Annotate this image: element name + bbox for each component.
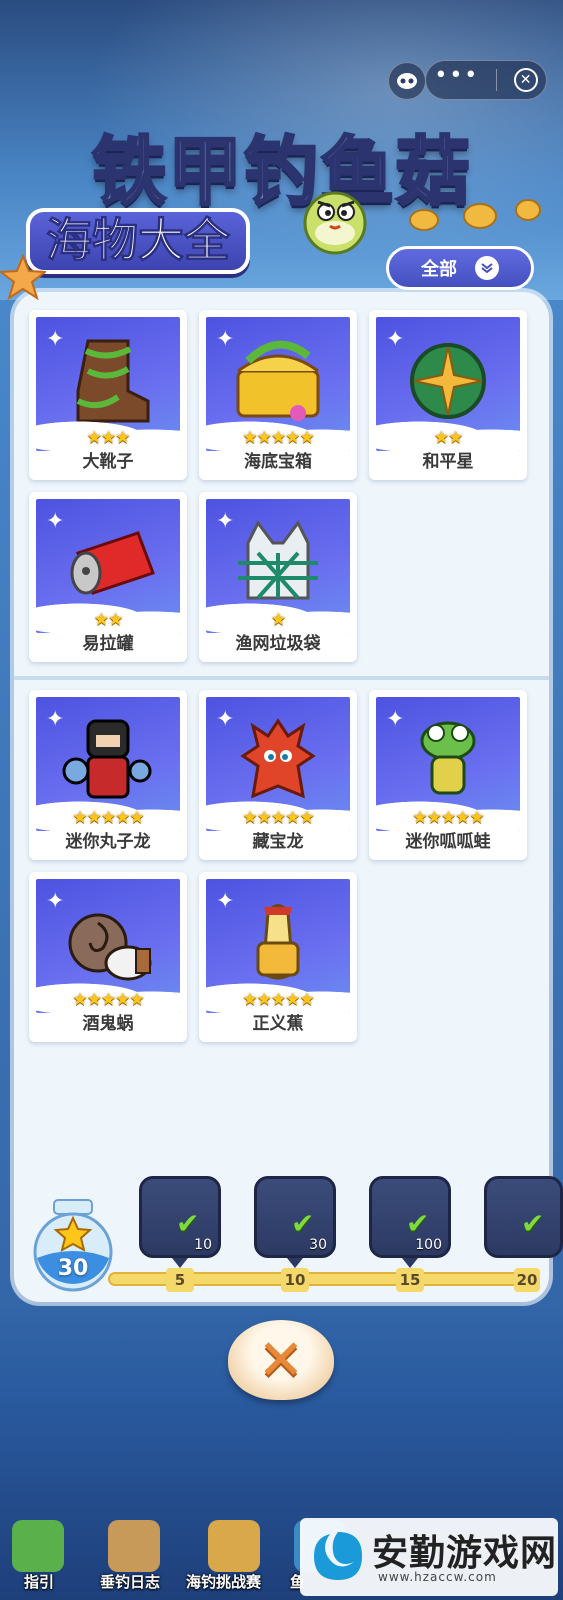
item-card[interactable]: ✦ ★★ 易拉罐 bbox=[29, 492, 187, 662]
close-button[interactable]: ✕ bbox=[228, 1320, 334, 1400]
reward-amount: 10 bbox=[194, 1237, 212, 1253]
frog-guide-icon[interactable] bbox=[12, 1520, 64, 1572]
item-card[interactable]: ✦ ★★★★★ 迷你呱呱蛙 bbox=[369, 690, 527, 860]
item-card[interactable]: ✦ ★★★ 大靴子 bbox=[29, 310, 187, 480]
reward-slot[interactable]: ✔ bbox=[484, 1176, 563, 1258]
watermark-url: www.hzaccw.com bbox=[378, 1570, 497, 1584]
coins-icon bbox=[409, 199, 541, 231]
star-rating: ★★★★★ bbox=[242, 808, 314, 828]
watermark-name: 安勤游戏网 bbox=[372, 1533, 558, 1574]
star-rating: ★★★★★ bbox=[242, 990, 314, 1010]
chevron-down-icon bbox=[475, 256, 499, 280]
filter-dropdown[interactable]: 全部 bbox=[386, 246, 534, 290]
reward-amount: 100 bbox=[415, 1237, 442, 1253]
milestone-label: 20 bbox=[514, 1268, 540, 1292]
star-rating: ★ bbox=[270, 610, 286, 630]
item-card[interactable]: ✦ ★★★★★ 酒鬼蜗 bbox=[29, 872, 187, 1042]
star-rating: ★★★ bbox=[86, 428, 131, 448]
item-name: 酒鬼蜗 bbox=[82, 1014, 134, 1034]
drunk-snail-icon bbox=[68, 913, 152, 981]
section-divider bbox=[14, 676, 549, 680]
item-name: 易拉罐 bbox=[82, 634, 134, 654]
more-icon[interactable]: ••• bbox=[434, 65, 479, 87]
milestone-label: 5 bbox=[166, 1268, 194, 1292]
reward-slot[interactable]: ✔ 30 bbox=[254, 1176, 336, 1258]
star-rating: ★★★★★ bbox=[72, 990, 144, 1010]
reward-pointer bbox=[287, 1258, 303, 1268]
reward-pointer bbox=[402, 1258, 418, 1268]
fishing-net-bag-icon bbox=[238, 520, 318, 600]
reward-slot[interactable]: ✔ 100 bbox=[369, 1176, 451, 1258]
item-name: 迷你丸子龙 bbox=[65, 832, 151, 852]
treasure-chest-icon bbox=[236, 340, 320, 421]
check-icon: ✔ bbox=[521, 1207, 545, 1240]
star-rating: ★★★★★ bbox=[72, 808, 144, 828]
star-rating: ★★★★★ bbox=[412, 808, 484, 828]
reward-amount: 30 bbox=[309, 1237, 327, 1253]
nav-item-fishing-log[interactable]: 垂钓日志 bbox=[100, 1571, 160, 1592]
game-logo: 铁甲钓鱼菇 bbox=[91, 128, 472, 217]
filter-label: 全部 bbox=[421, 259, 457, 280]
item-name: 正义蕉 bbox=[252, 1014, 304, 1034]
item-name: 海底宝箱 bbox=[244, 452, 312, 472]
treasure-dragon-icon bbox=[240, 718, 316, 799]
nav-item-guide[interactable]: 指引 bbox=[24, 1571, 54, 1592]
item-name: 渔网垃圾袋 bbox=[235, 634, 321, 654]
milestone-label: 10 bbox=[281, 1268, 309, 1292]
soda-can-icon bbox=[70, 531, 155, 595]
item-card[interactable]: ✦ ★★★★★ 迷你丸子龙 bbox=[29, 690, 187, 860]
item-name: 藏宝龙 bbox=[252, 832, 304, 852]
miniprogram-capsule: ••• ✕ bbox=[425, 60, 547, 100]
item-card[interactable]: ✦ ★ 渔网垃圾袋 bbox=[199, 492, 357, 662]
item-name: 和平星 bbox=[422, 452, 474, 472]
close-icon: ✕ bbox=[257, 1327, 305, 1393]
milestone-label: 15 bbox=[396, 1268, 424, 1292]
close-circle-icon[interactable]: ✕ bbox=[513, 68, 538, 92]
challenge-icon[interactable] bbox=[208, 1520, 260, 1572]
item-card[interactable]: ✦ ★★★★★ 藏宝龙 bbox=[199, 690, 357, 860]
pufferfish-icon bbox=[303, 191, 367, 255]
item-name: 迷你呱呱蛙 bbox=[405, 832, 491, 852]
starfish-icon bbox=[0, 254, 46, 300]
star-count: 30 bbox=[57, 1256, 89, 1281]
mini-dragon-robot-icon bbox=[62, 719, 152, 799]
item-name: 大靴子 bbox=[82, 452, 134, 472]
justice-banana-icon bbox=[256, 904, 300, 980]
item-card[interactable]: ✦ ★★ 和平星 bbox=[369, 310, 527, 480]
star-rating: ★★ bbox=[433, 428, 463, 448]
boot-icon bbox=[76, 339, 150, 423]
compass-star-icon bbox=[410, 343, 486, 419]
logbook-icon[interactable] bbox=[108, 1520, 160, 1572]
watermark-logo-icon bbox=[314, 1532, 362, 1580]
capsule-divider bbox=[495, 69, 497, 91]
panel-title: 海物大全 bbox=[26, 208, 250, 274]
watermark: 安勤游戏网 www.hzaccw.com bbox=[300, 1518, 558, 1596]
check-icon: ✔ bbox=[176, 1207, 200, 1240]
nav-item-sea-challenge[interactable]: 海钓挑战赛 bbox=[186, 1571, 261, 1592]
gamepad-icon[interactable] bbox=[388, 62, 426, 100]
check-icon: ✔ bbox=[406, 1207, 430, 1240]
check-icon: ✔ bbox=[291, 1207, 315, 1240]
mini-frog-icon bbox=[420, 721, 476, 795]
star-rating: ★★ bbox=[93, 610, 123, 630]
star-jar: 30 bbox=[30, 1196, 116, 1292]
star-rating: ★★★★★ bbox=[242, 428, 314, 448]
item-card[interactable]: ✦ ★★★★★ 正义蕉 bbox=[199, 872, 357, 1042]
item-card[interactable]: ✦ ★★★★★ 海底宝箱 bbox=[199, 310, 357, 480]
reward-slot[interactable]: ✔ 10 bbox=[139, 1176, 221, 1258]
reward-pointer bbox=[172, 1258, 188, 1268]
